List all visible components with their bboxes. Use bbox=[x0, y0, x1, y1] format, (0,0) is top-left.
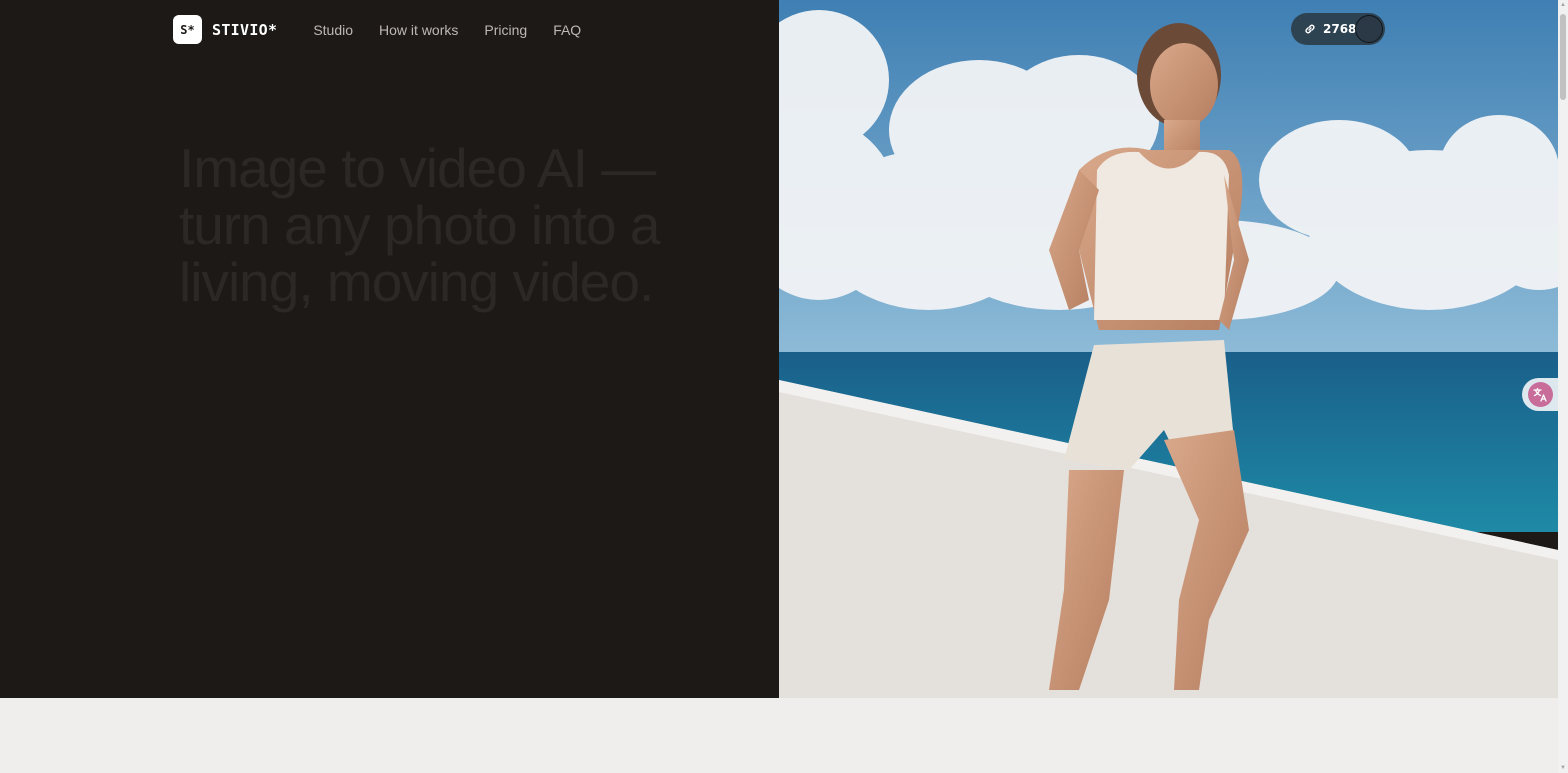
nav-links: Studio How it works Pricing FAQ bbox=[313, 22, 581, 38]
logo-badge[interactable]: S* bbox=[173, 15, 202, 44]
running-woman-beach-image bbox=[779, 0, 1558, 698]
vertical-scrollbar[interactable]: ▲ ▼ bbox=[1558, 0, 1568, 773]
scroll-up-icon[interactable]: ▲ bbox=[1558, 0, 1568, 10]
credits-count: 2768 bbox=[1323, 22, 1357, 36]
credits-pill[interactable]: 2768 bbox=[1291, 13, 1385, 45]
nav-link-pricing[interactable]: Pricing bbox=[484, 22, 527, 38]
nav-link-faq[interactable]: FAQ bbox=[553, 22, 581, 38]
nav-link-studio[interactable]: Studio bbox=[313, 22, 353, 38]
link-icon bbox=[1303, 22, 1317, 36]
scrollbar-thumb[interactable] bbox=[1560, 14, 1566, 100]
hero-section: S* STIVIO* Studio How it works Pricing F… bbox=[0, 0, 1558, 698]
brand-name[interactable]: STIVIO* bbox=[212, 21, 277, 39]
scroll-down-icon[interactable]: ▼ bbox=[1558, 763, 1568, 773]
hero-video-preview bbox=[779, 0, 1558, 698]
hero-headline: Image to video AI — turn any photo into … bbox=[179, 137, 660, 313]
hero-left-panel bbox=[0, 0, 779, 698]
translate-icon bbox=[1527, 382, 1553, 407]
nav-link-how-it-works[interactable]: How it works bbox=[379, 22, 458, 38]
page: S* STIVIO* Studio How it works Pricing F… bbox=[0, 0, 1568, 773]
top-navigation: S* STIVIO* Studio How it works Pricing F… bbox=[173, 15, 581, 44]
translate-button[interactable] bbox=[1522, 378, 1558, 411]
avatar[interactable] bbox=[1355, 15, 1383, 43]
